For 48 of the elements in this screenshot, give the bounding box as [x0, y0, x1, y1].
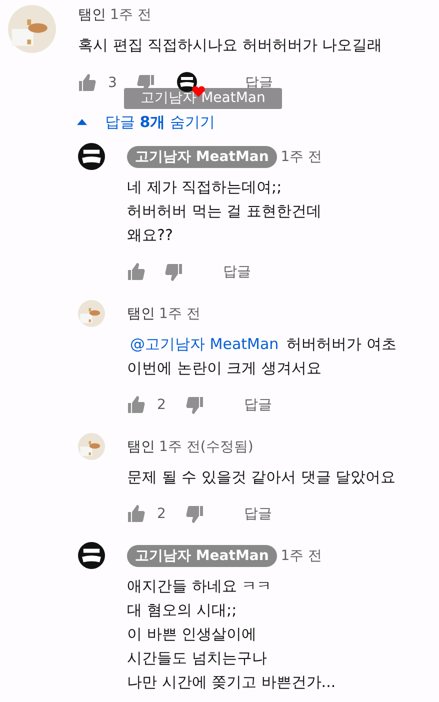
comment-text: 네 제가 직접하는데여;; — [127, 177, 283, 198]
thumbs-down-icon — [186, 396, 204, 414]
thumbs-up-icon — [127, 396, 145, 414]
reply-button[interactable]: 답글 — [240, 505, 276, 523]
comment-text: 허버허버 먹는 걸 표현한건데 — [127, 201, 322, 222]
like-button[interactable] — [127, 396, 145, 414]
reply-button[interactable]: 답글 — [219, 263, 255, 281]
comment-text: 나만 시간에 쫒기고 바쁜건가... — [127, 672, 337, 693]
mention-link[interactable]: @고기남자 MeatMan — [130, 332, 279, 356]
dislike-button[interactable] — [165, 263, 183, 281]
comment-text: 문제 될 수 있을것 같아서 댓글 달았어요 — [127, 467, 397, 488]
author-badge[interactable]: 고기남자 MeatMan — [127, 146, 277, 168]
like-count: 3 — [108, 75, 117, 91]
caret-icon — [77, 119, 87, 125]
thumbs-down-icon — [165, 263, 183, 281]
author-name[interactable]: 탬인 — [127, 438, 155, 456]
comment-time[interactable]: 1주 전 — [280, 547, 322, 565]
comment-time[interactable]: 1주 전(수정됨) — [159, 438, 254, 456]
tooltip: 고기남자 MeatMan — [124, 88, 282, 109]
comment-time[interactable]: 1주 전 — [159, 305, 200, 323]
author-badge[interactable]: 고기남자 MeatMan — [127, 545, 277, 567]
comment-time[interactable]: 1주 전 — [280, 148, 322, 166]
author-name[interactable]: 탬인 — [78, 6, 106, 24]
thumbs-up-icon — [78, 74, 96, 92]
comment-text: 왜요?? — [127, 225, 174, 246]
like-count: 2 — [157, 397, 166, 413]
dislike-button[interactable] — [186, 396, 204, 414]
like-button[interactable] — [127, 263, 145, 281]
channel-logo-icon — [78, 542, 105, 569]
comment-text: 혹시 편집 직접하시나요 허버허버가 나오길래 — [78, 35, 384, 56]
comment-text: 시간들도 넘치는구나 — [127, 648, 268, 669]
dislike-button[interactable] — [186, 505, 204, 523]
comment-text: 허버허버가 여초 — [286, 334, 396, 355]
author-name[interactable]: 탬인 — [127, 305, 155, 323]
thumbs-up-icon — [127, 263, 145, 281]
channel-logo-icon — [78, 143, 105, 170]
reply-button[interactable]: 답글 — [240, 396, 276, 414]
thumbs-up-icon — [127, 505, 145, 523]
comment-text: 대 혐오의 시대;; — [127, 600, 238, 621]
like-button[interactable] — [78, 74, 96, 92]
hide-replies-button[interactable]: 답글 8개 숨기기 — [77, 107, 215, 137]
comment-time[interactable]: 1주 전 — [110, 6, 152, 24]
like-count: 2 — [157, 506, 166, 522]
comment-text: 애지간들 하네요 ㅋㅋ — [127, 576, 273, 597]
comment-text: 이번에 논란이 크게 생겨서요 — [127, 358, 322, 379]
like-button[interactable] — [127, 505, 145, 523]
thumbs-down-icon — [186, 505, 204, 523]
comment-text: 이 바쁜 인생살이에 — [127, 624, 258, 645]
